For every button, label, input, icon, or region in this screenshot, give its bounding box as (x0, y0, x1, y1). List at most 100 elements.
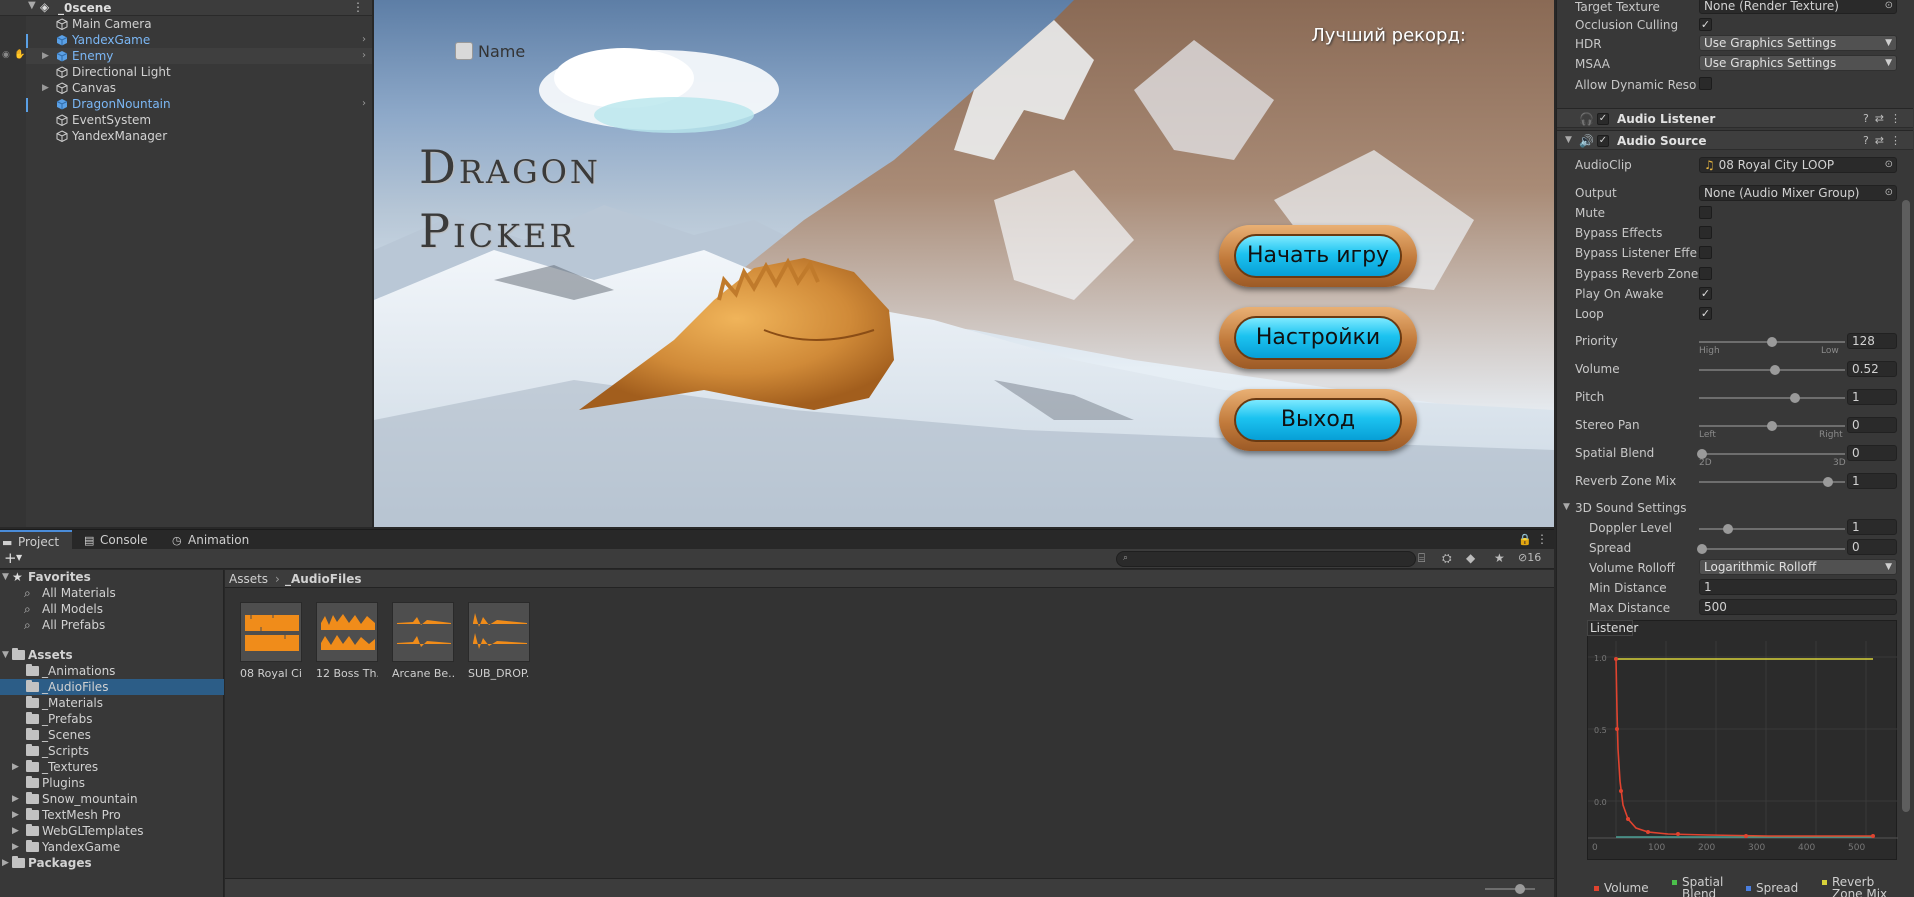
expand-arrow-icon[interactable]: ▶ (12, 839, 19, 855)
asset-audio-clip[interactable]: Arcane Be... (392, 602, 454, 680)
folder-scripts[interactable]: _Scripts (0, 743, 224, 759)
expand-arrow-icon[interactable]: ▶ (12, 823, 19, 839)
folder-animations[interactable]: _Animations (0, 663, 224, 679)
hierarchy-item-main-camera[interactable]: Main Camera (26, 16, 372, 32)
hierarchy-scene-row[interactable]: ▼ ◈ _0scene ⋮ (0, 0, 372, 16)
folder-audiofiles[interactable]: _AudioFiles (0, 679, 224, 695)
lock-icon[interactable]: 🔒 (1518, 533, 1532, 546)
audio-listener-header[interactable]: 🎧 ✓ Audio Listener ?⇄⋮ (1557, 108, 1913, 128)
volume-rolloff-dropdown[interactable]: Logarithmic Rolloff ▼ (1699, 559, 1897, 575)
folder-textmesh-pro[interactable]: ▶ TextMesh Pro (0, 807, 224, 823)
game-view[interactable]: Dragon Picker Name Лучший рекорд: Начать… (374, 0, 1554, 527)
object-picker-icon[interactable]: ⊙ (1885, 158, 1893, 172)
play-on-awake-checkbox[interactable]: ✓ (1699, 287, 1712, 300)
legend-spatial-blend[interactable]: Spatial Blend (1672, 876, 1732, 897)
spread-value-field[interactable]: 0 (1847, 539, 1897, 555)
chevron-right-icon[interactable]: › (362, 48, 366, 64)
object-picker-icon[interactable]: ⊙ (1885, 0, 1893, 13)
folder-webgltemplates[interactable]: ▶ WebGLTemplates (0, 823, 224, 839)
loop-checkbox[interactable]: ✓ (1699, 307, 1712, 320)
expand-arrow-icon[interactable]: ▶ (42, 80, 52, 96)
expand-arrow-icon[interactable]: ▶ (12, 807, 19, 823)
asset-audio-clip[interactable]: 08 Royal Ci... (240, 602, 302, 680)
asset-audio-clip[interactable]: SUB_DROP... (468, 602, 530, 680)
breadcrumb-assets[interactable]: Assets (229, 572, 268, 586)
project-search-input[interactable]: ⌕ (1116, 551, 1416, 567)
stereo-pan-value-field[interactable]: 0 (1847, 417, 1897, 433)
slider-knob[interactable] (1767, 337, 1777, 347)
priority-slider[interactable] (1699, 337, 1845, 347)
legend-spread[interactable]: Spread (1746, 882, 1798, 894)
legend-volume[interactable]: Volume (1594, 882, 1649, 894)
more-menu-icon[interactable]: ⋮ (352, 0, 364, 14)
hierarchy-item-yandexgame[interactable]: YandexGame › (26, 32, 372, 48)
thumbnail-size-slider[interactable] (1485, 884, 1535, 894)
reverb-zone-mix-value-field[interactable]: 1 (1847, 473, 1897, 489)
folder-scenes[interactable]: _Scenes (0, 727, 224, 743)
audio-source-enabled-checkbox[interactable]: ✓ (1597, 135, 1609, 147)
tab-console[interactable]: ▤ Console (82, 530, 154, 550)
slider-knob[interactable] (1723, 524, 1733, 534)
volume-slider[interactable] (1699, 365, 1845, 375)
filter-by-label-icon[interactable]: ⛭ (1442, 551, 1452, 566)
create-plus-icon[interactable]: + (4, 549, 17, 567)
asset-audio-clip[interactable]: 12 Boss Th... (316, 602, 378, 680)
search-by-type-icon[interactable]: ⌸ (1418, 551, 1425, 566)
audioclip-field[interactable]: ♫ 08 Royal City LOOP ⊙ (1699, 157, 1897, 173)
slider-knob[interactable] (1515, 884, 1525, 894)
inspector-scrollbar[interactable] (1902, 200, 1910, 812)
fav-item-all-models[interactable]: ⌕ All Models (0, 601, 224, 617)
stereo-pan-slider[interactable] (1699, 421, 1845, 431)
spatial-blend-slider[interactable] (1697, 449, 1845, 459)
chevron-right-icon[interactable]: › (362, 32, 366, 48)
priority-value-field[interactable]: 128 (1847, 333, 1897, 349)
chevron-down-icon[interactable]: ▼ (16, 553, 22, 562)
hdr-dropdown[interactable]: Use Graphics Settings ▼ (1699, 35, 1897, 51)
occlusion-checkbox[interactable]: ✓ (1699, 18, 1712, 31)
dynamic-resolution-checkbox[interactable] (1699, 77, 1712, 90)
settings-button[interactable]: Настройки (1219, 307, 1417, 369)
hierarchy-item-dragonnountain[interactable]: DragonNountain › (26, 96, 372, 112)
folder-plugins[interactable]: Plugins (0, 775, 224, 791)
rolloff-curve-graph[interactable]: 1.0 0.5 0.0 0 100 200 300 400 500 (1587, 620, 1898, 860)
slider-knob[interactable] (1697, 544, 1707, 554)
bypass-reverb-checkbox[interactable] (1699, 267, 1712, 280)
expand-arrow-icon[interactable]: ▼ (2, 647, 9, 663)
more-menu-icon[interactable]: ⋮ (1536, 532, 1548, 546)
bypass-listener-checkbox[interactable] (1699, 246, 1712, 259)
chevron-right-icon[interactable]: › (362, 96, 366, 112)
pitch-slider[interactable] (1699, 393, 1845, 403)
listener-tab[interactable]: Listener (1587, 620, 1638, 636)
collapse-arrow-icon[interactable]: ▼ (1563, 502, 1570, 512)
expand-arrow-icon[interactable]: ▶ (12, 791, 19, 807)
min-distance-field[interactable]: 1 (1699, 579, 1897, 595)
mute-checkbox[interactable] (1699, 206, 1712, 219)
audio-source-header[interactable]: ▼ 🔊 ✓ Audio Source ?⇄⋮ (1557, 130, 1913, 150)
bypass-effects-checkbox[interactable] (1699, 226, 1712, 239)
slider-knob[interactable] (1790, 393, 1800, 403)
hierarchy-item-yandexmanager[interactable]: YandexManager (26, 128, 372, 144)
favorites-section[interactable]: ▼ ★ Favorites (0, 569, 224, 585)
legend-reverb-zone-mix[interactable]: Reverb Zone Mix (1822, 876, 1898, 897)
fav-item-all-prefabs[interactable]: ⌕ All Prefabs (0, 617, 224, 633)
folder-prefabs[interactable]: _Prefabs (0, 711, 224, 727)
max-distance-field[interactable]: 500 (1699, 599, 1897, 615)
pitch-value-field[interactable]: 1 (1847, 389, 1897, 405)
slider-knob[interactable] (1823, 477, 1833, 487)
pickable-hand-icon[interactable]: ✋ (14, 50, 25, 60)
hierarchy-item-enemy[interactable]: ▶ Enemy › (26, 48, 372, 64)
spatial-blend-value-field[interactable]: 0 (1847, 445, 1897, 461)
reverb-zone-mix-slider[interactable] (1699, 477, 1845, 487)
audio-listener-enabled-checkbox[interactable]: ✓ (1597, 113, 1609, 125)
hierarchy-item-canvas[interactable]: ▶ Canvas (26, 80, 372, 96)
visibility-eye-icon[interactable]: ◉ (2, 50, 10, 60)
expand-arrow-icon[interactable]: ▶ (42, 48, 52, 64)
hidden-packages-icon[interactable]: ⊘16 (1518, 551, 1541, 564)
object-picker-icon[interactable]: ⊙ (1885, 186, 1893, 200)
target-texture-field[interactable]: None (Render Texture) ⊙ (1699, 0, 1897, 14)
breadcrumb-audiofiles[interactable]: _AudioFiles (285, 572, 361, 586)
folder-yandexgame[interactable]: ▶ YandexGame (0, 839, 224, 855)
doppler-value-field[interactable]: 1 (1847, 519, 1897, 535)
tab-animation[interactable]: ◷ Animation (170, 530, 250, 550)
collapse-arrow-icon[interactable]: ▼ (1565, 135, 1572, 145)
